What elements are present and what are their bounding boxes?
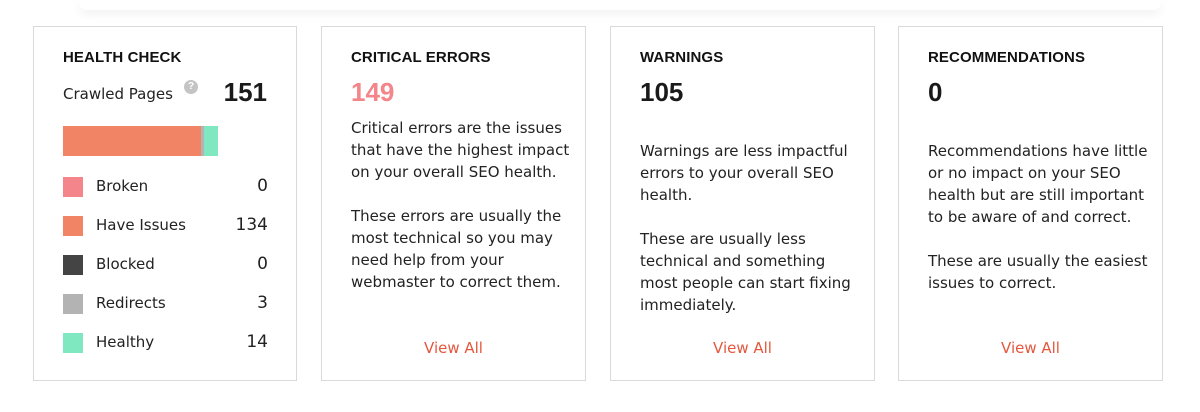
- recommendations-card: RECOMMENDATIONS 0 Recommendations have l…: [898, 26, 1163, 381]
- bar-segment-have-issues: [63, 126, 201, 156]
- legend-item-broken: Broken 0: [63, 176, 268, 198]
- crawled-pages-stacked-bar: [63, 126, 218, 156]
- legend-item-have-issues: Have Issues 134: [63, 215, 268, 237]
- legend-value: 0: [257, 254, 268, 274]
- legend-label: Broken: [96, 177, 149, 195]
- swatch-healthy: [63, 333, 83, 353]
- description-paragraph: Recommendations have little or no impact…: [928, 142, 1148, 226]
- legend-item-blocked: Blocked 0: [63, 254, 268, 276]
- legend-value: 3: [257, 293, 268, 313]
- warnings-title: WARNINGS: [640, 49, 724, 66]
- critical-errors-view-all-link[interactable]: View All: [322, 339, 585, 357]
- crawled-pages-label: Crawled Pages: [63, 85, 173, 103]
- critical-errors-title: CRITICAL ERRORS: [351, 49, 491, 66]
- critical-errors-card: CRITICAL ERRORS 149 Critical errors are …: [321, 26, 586, 381]
- swatch-blocked: [63, 255, 83, 275]
- description-paragraph: These are usually the easiest issues to …: [928, 252, 1148, 292]
- recommendations-count: 0: [928, 77, 943, 107]
- help-icon[interactable]: ?: [184, 80, 198, 94]
- warnings-count: 105: [640, 77, 684, 107]
- health-check-card: HEALTH CHECK Crawled Pages ? 151 Broken …: [33, 26, 297, 381]
- legend-item-redirects: Redirects 3: [63, 293, 268, 315]
- swatch-broken: [63, 177, 83, 197]
- critical-errors-description: Critical errors are the issues that have…: [351, 117, 573, 293]
- header-shadow: [80, 0, 1160, 10]
- crawled-pages-count: 151: [223, 77, 267, 107]
- warnings-view-all-link[interactable]: View All: [611, 339, 874, 357]
- recommendations-title: RECOMMENDATIONS: [928, 49, 1086, 66]
- legend-label: Redirects: [96, 294, 166, 312]
- legend-value: 134: [235, 215, 268, 235]
- warnings-card: WARNINGS 105 Warnings are less impactful…: [610, 26, 875, 381]
- description-paragraph: Critical errors are the issues that have…: [351, 119, 570, 181]
- recommendations-description: Recommendations have little or no impact…: [928, 140, 1150, 294]
- health-check-title: HEALTH CHECK: [63, 49, 182, 66]
- legend-item-healthy: Healthy 14: [63, 332, 268, 354]
- legend-label: Have Issues: [96, 216, 186, 234]
- critical-errors-count: 149: [351, 77, 395, 107]
- description-paragraph: These are usually less technical and som…: [640, 230, 851, 314]
- bar-segment-healthy: [203, 126, 218, 156]
- description-paragraph: These errors are usually the most techni…: [351, 207, 562, 291]
- legend-label: Healthy: [96, 333, 155, 351]
- swatch-have-issues: [63, 216, 83, 236]
- legend-value: 14: [246, 332, 268, 352]
- legend-value: 0: [257, 176, 268, 196]
- legend-label: Blocked: [96, 255, 155, 273]
- description-paragraph: Warnings are less impactful errors to yo…: [640, 142, 848, 204]
- recommendations-view-all-link[interactable]: View All: [899, 339, 1162, 357]
- swatch-redirects: [63, 294, 83, 314]
- warnings-description: Warnings are less impactful errors to yo…: [640, 140, 862, 316]
